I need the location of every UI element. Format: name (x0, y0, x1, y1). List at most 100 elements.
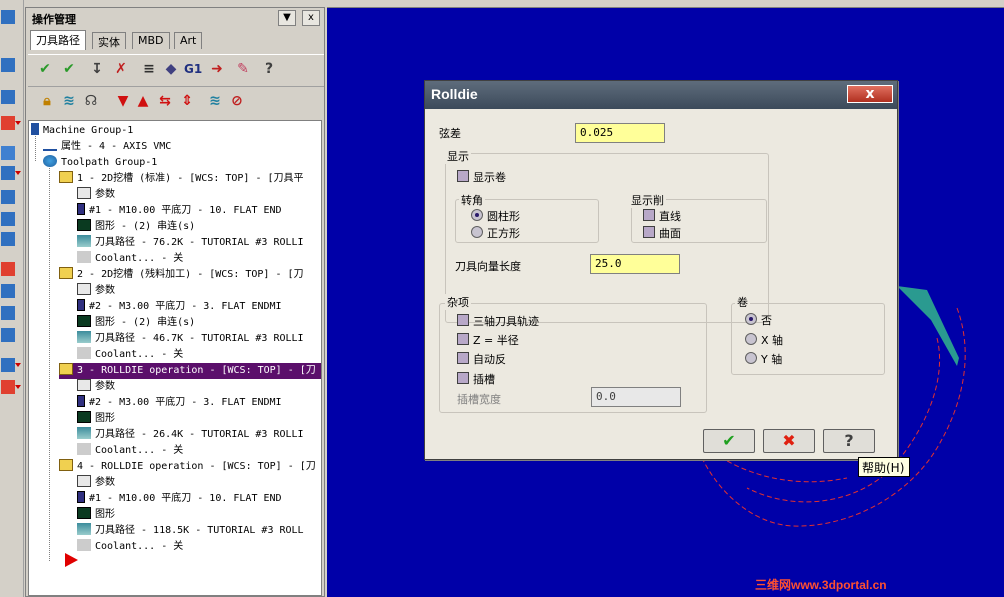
roll-x-axis-radio[interactable] (745, 333, 757, 345)
show-roll-checkbox[interactable] (457, 170, 469, 182)
chord-tolerance-input[interactable]: 0.025 (575, 123, 665, 143)
insert-arrow-marker-icon[interactable] (65, 553, 78, 567)
dialog-close-button[interactable]: x (847, 85, 893, 103)
toolbar-icon[interactable] (1, 116, 15, 130)
tree-operation-3[interactable]: 3 - ROLLDIE operation - [WCS: TOP] - [刀 (59, 363, 321, 379)
tree-operation-1[interactable]: 1 - 2D挖槽 (标准) - [WCS: TOP] - [刀具平 (59, 171, 304, 187)
toolpath-display-icon[interactable]: ≋ (60, 92, 78, 110)
folder-open-icon (59, 267, 73, 279)
toolbar-icon[interactable] (1, 212, 15, 226)
tree-op4-geometry[interactable]: 图形 (77, 507, 115, 523)
regenerate-icon[interactable]: ↧ (88, 60, 106, 78)
roll-none-radio[interactable] (745, 313, 757, 325)
cancel-button[interactable]: ✖ (763, 429, 815, 453)
display-cut-surface-label: 曲面 (659, 227, 681, 240)
toolbar-icon[interactable] (1, 306, 15, 320)
tree-op2-coolant[interactable]: Coolant... - 关 (77, 347, 183, 363)
toolbar-icon[interactable] (1, 146, 15, 160)
tree-op3-geometry[interactable]: 图形 (77, 411, 115, 427)
tree-properties[interactable]: 属性 - 4 - AXIS VMC (43, 139, 171, 155)
verify-icon[interactable]: ◆ (162, 60, 180, 78)
tree-op3-toolpath[interactable]: 刀具路径 - 26.4K - TUTORIAL #3 ROLLI (77, 427, 304, 443)
select-all-check-icon[interactable]: ✔ (36, 60, 54, 78)
toolbar-icon[interactable] (1, 190, 15, 204)
regenerate-dirty-icon[interactable]: ✗ (112, 60, 130, 78)
post-output-icon[interactable]: ☊ (82, 92, 100, 110)
tree-op1-tool[interactable]: #1 - M10.00 平底刀 - 10. FLAT END (77, 203, 282, 219)
help-button[interactable]: ? (823, 429, 875, 453)
toolbar-icon[interactable] (1, 328, 15, 342)
toolbar-icon[interactable] (1, 58, 15, 72)
ok-button[interactable]: ✔ (703, 429, 755, 453)
dropdown-arrow-icon[interactable] (15, 171, 21, 175)
display-cut-surface-checkbox[interactable] (643, 226, 655, 238)
tool-icon (77, 395, 85, 407)
three-axis-toolpath-checkbox[interactable] (457, 314, 469, 326)
tree-op4-coolant[interactable]: Coolant... - 关 (77, 539, 183, 555)
tree-machine-group[interactable]: Machine Group-1 (31, 123, 133, 139)
unselect-icon[interactable]: ⊘ (228, 92, 246, 110)
coolant-icon (77, 539, 91, 551)
slot-checkbox[interactable] (457, 372, 469, 384)
tree-op4-params[interactable]: 参数 (77, 475, 115, 491)
tree-operation-4[interactable]: 4 - ROLLDIE operation - [WCS: TOP] - [刀 (59, 459, 316, 475)
corner-cylinder-radio[interactable] (471, 209, 483, 221)
panel-pin-button[interactable]: ▼ (278, 10, 296, 26)
tool-vector-length-input[interactable]: 25.0 (590, 254, 680, 274)
tree-op1-params[interactable]: 参数 (77, 187, 115, 203)
insert-arrow-icon[interactable]: ⇆ (156, 92, 174, 110)
dropdown-arrow-icon[interactable] (15, 121, 21, 125)
toolbar-icon[interactable] (1, 358, 15, 372)
scroll-to-icon[interactable]: ⇕ (178, 92, 196, 110)
toolbar-icon[interactable] (1, 90, 15, 104)
geometry-icon (77, 507, 91, 519)
tree-op2-toolpath[interactable]: 刀具路径 - 46.7K - TUTORIAL #3 ROLLI (77, 331, 304, 347)
tab-solids[interactable]: 实体 (92, 32, 126, 49)
post-g1-icon[interactable]: G1 (184, 60, 202, 78)
tab-mbd[interactable]: MBD (132, 32, 170, 49)
toolbar-icon[interactable] (1, 166, 15, 180)
tool-vector-length-label: 刀具向量长度 (455, 260, 521, 273)
tree-op3-coolant[interactable]: Coolant... - 关 (77, 443, 183, 459)
toolbar-icon[interactable] (1, 380, 15, 394)
display-cut-line-checkbox[interactable] (643, 209, 655, 221)
toolbar-icon[interactable] (1, 232, 15, 246)
corner-group-label: 转角 (459, 192, 485, 208)
panel-close-button[interactable]: x (302, 10, 320, 26)
backplot-icon[interactable]: ≡ (140, 60, 158, 78)
tree-operation-2[interactable]: 2 - 2D挖槽 (残料加工) - [WCS: TOP] - [刀 (59, 267, 304, 283)
tree-op2-tool[interactable]: #2 - M3.00 平底刀 - 3. FLAT ENDMI (77, 299, 282, 315)
toolbar-icon[interactable] (1, 262, 15, 276)
only-display-icon[interactable]: ≋ (206, 92, 224, 110)
move-up-icon[interactable]: ▲ (134, 92, 152, 110)
tree-op1-geometry[interactable]: 图形 - (2) 串连(s) (77, 219, 195, 235)
select-dirty-check-icon[interactable]: ✔ (60, 60, 78, 78)
lock-icon[interactable]: 🔒︎ (38, 92, 56, 110)
corner-square-radio[interactable] (471, 226, 483, 238)
auto-reverse-checkbox[interactable] (457, 352, 469, 364)
slot-width-input[interactable]: 0.0 (591, 387, 681, 407)
tree-toolpath-group[interactable]: Toolpath Group-1 (43, 155, 157, 171)
tree-op1-coolant[interactable]: Coolant... - 关 (77, 251, 183, 267)
tree-op2-params[interactable]: 参数 (77, 283, 115, 299)
tree-op2-geometry[interactable]: 图形 - (2) 串连(s) (77, 315, 195, 331)
highfeed-icon[interactable]: ✎ (234, 60, 252, 78)
dropdown-arrow-icon[interactable] (15, 385, 21, 389)
tree-op1-toolpath[interactable]: 刀具路径 - 76.2K - TUTORIAL #3 ROLLI (77, 235, 304, 251)
tab-toolpaths[interactable]: 刀具路径 (30, 30, 86, 50)
toolbar-icon[interactable] (1, 284, 15, 298)
help-icon[interactable]: ? (260, 60, 278, 78)
tree-op4-tool[interactable]: #1 - M10.00 平底刀 - 10. FLAT END (77, 491, 282, 507)
tree-op3-params[interactable]: 参数 (77, 379, 115, 395)
z-equals-radius-checkbox[interactable] (457, 333, 469, 345)
roll-y-axis-radio[interactable] (745, 352, 757, 364)
toolbar-icon[interactable] (1, 10, 15, 24)
tree-op3-tool[interactable]: #2 - M3.00 平底刀 - 3. FLAT ENDMI (77, 395, 282, 411)
post-selected-icon[interactable]: ➜ (208, 60, 226, 78)
toolpath-tree: Machine Group-1 属性 - 4 - AXIS VMC Toolpa… (28, 120, 322, 596)
tree-op4-toolpath[interactable]: 刀具路径 - 118.5K - TUTORIAL #3 ROLL (77, 523, 304, 539)
move-down-icon[interactable]: ▼ (114, 92, 132, 110)
dropdown-arrow-icon[interactable] (15, 363, 21, 367)
tab-art[interactable]: Art (174, 32, 203, 49)
toolpath-group-icon (43, 155, 57, 167)
